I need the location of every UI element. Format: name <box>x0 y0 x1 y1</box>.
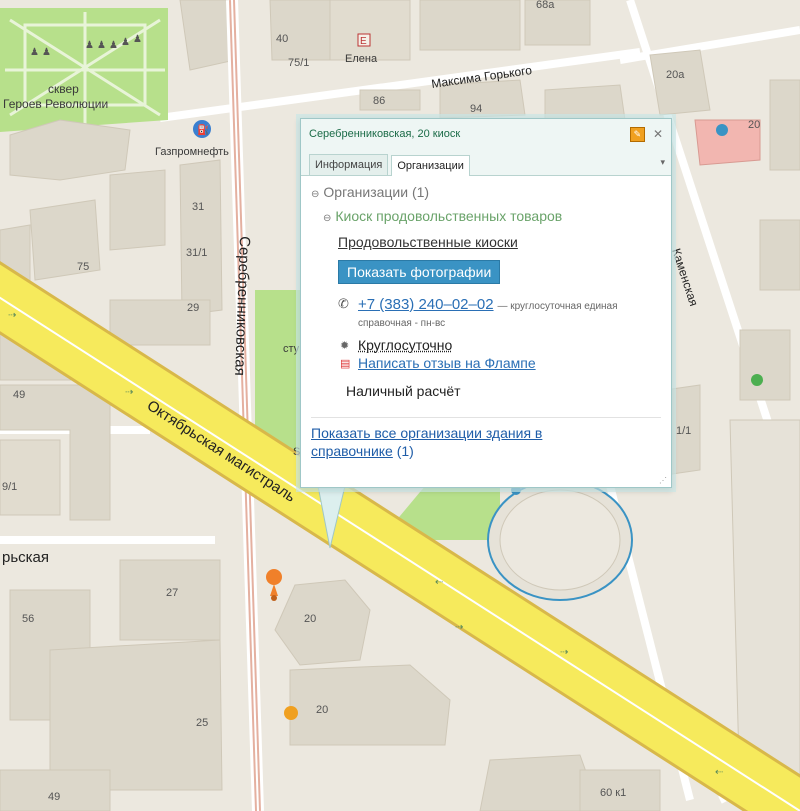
house-number: 75/1 <box>288 57 309 69</box>
service-icon <box>751 374 763 386</box>
hours-row: ✹ Круглосуточно <box>338 337 661 353</box>
elena-label: Елена <box>345 53 378 65</box>
house-number: 75 <box>77 261 89 273</box>
show-all-line1[interactable]: Показать все организации здания в <box>311 425 542 441</box>
clock-icon: ✹ <box>340 340 350 352</box>
house-number: 1/1 <box>676 425 691 437</box>
house-number: 29 <box>187 302 199 314</box>
stu-label: сту <box>283 343 300 355</box>
org-rubric-link[interactable]: Продовольственные киоски <box>338 234 661 250</box>
parking-icon <box>716 124 728 136</box>
tab-organizations[interactable]: Организации <box>391 155 470 176</box>
phone-icon: ✆ <box>338 296 349 311</box>
svg-text:⇢: ⇢ <box>125 387 133 398</box>
gas-station-glyph: ⛽ <box>197 123 209 136</box>
collapse-toggle-icon[interactable]: ⊖ <box>323 213 331 224</box>
park-label-line1: сквер <box>48 82 79 96</box>
svg-text:⇢: ⇢ <box>8 310 16 321</box>
house-number: 49 <box>48 791 60 803</box>
house-number: 25 <box>196 717 208 729</box>
house-number: 60 к1 <box>600 787 626 799</box>
divider <box>311 417 661 418</box>
popup-body: ⊖ Организации (1) ⊖ Киоск продовольственны… <box>301 176 671 460</box>
pin-icon[interactable]: ✎ <box>629 126 645 142</box>
show-photos-button[interactable]: Показать фотографии <box>338 260 501 284</box>
show-all-count: (1) <box>396 443 414 459</box>
svg-text:♟: ♟ <box>97 40 106 51</box>
park-label-line2: Героев Революции <box>3 97 108 111</box>
svg-text:♟: ♟ <box>85 40 94 51</box>
street-label-rskaya: рьская <box>2 549 49 566</box>
svg-text:♟: ♟ <box>121 37 130 48</box>
house-number: 20 <box>748 119 760 131</box>
org-name: Киоск продовольственных товаров <box>335 208 563 224</box>
popup-tabs: Информация Организации ▾ <box>301 149 671 176</box>
review-row: ▤ Написать отзыв на Флампе <box>338 355 661 371</box>
tab-information[interactable]: Информация <box>309 154 389 175</box>
svg-text:⇢: ⇢ <box>560 647 568 658</box>
house-number: 49 <box>13 389 25 401</box>
house-number: 86 <box>373 95 385 107</box>
house-number: 20а <box>666 69 685 81</box>
flamp-icon: ▤ <box>340 358 351 370</box>
svg-text:⇠: ⇠ <box>715 767 723 778</box>
svg-text:⇢: ⇢ <box>455 622 463 633</box>
house-number: 31/1 <box>186 247 207 259</box>
house-number: 9/1 <box>2 481 17 493</box>
svg-text:♟: ♟ <box>42 47 51 58</box>
popup-title: Серебренниковская, 20 киоск <box>309 128 461 140</box>
organization-popup: Серебренниковская, 20 киоск ✎ ✕ Информац… <box>300 118 672 488</box>
house-number: 94 <box>470 103 482 115</box>
house-number: 56 <box>22 613 34 625</box>
show-all-orgs-link[interactable]: Показать все организации здания в справо… <box>311 424 661 460</box>
close-icon[interactable]: ✕ <box>653 127 663 141</box>
svg-text:♟: ♟ <box>133 34 142 45</box>
phone-row: ✆ +7 (383) 240–02–02 — круглосуточная ед… <box>338 296 661 329</box>
gazprom-label: Газпромнефть <box>155 146 229 158</box>
org-group-label: Организации <box>323 184 409 200</box>
popup-header: Серебренниковская, 20 киоск ✎ ✕ <box>301 119 671 149</box>
payment-text: Наличный расчёт <box>346 383 461 399</box>
phone-link[interactable]: +7 (383) 240–02–02 <box>358 296 494 313</box>
svg-text:⇠: ⇠ <box>435 577 443 588</box>
house-number: 31 <box>192 201 204 213</box>
dropdown-menu-icon[interactable]: ▾ <box>660 157 665 168</box>
hours-text: Круглосуточно <box>358 337 453 353</box>
house-number: 27 <box>166 587 178 599</box>
resize-grip-icon[interactable]: ⋰ <box>659 476 667 485</box>
house-number: 20 <box>304 613 316 625</box>
house-number: 68а <box>536 0 555 11</box>
review-link[interactable]: Написать отзыв на Флампе <box>358 355 536 371</box>
org-group-count: (1) <box>411 184 430 200</box>
svg-text:♟: ♟ <box>109 40 118 51</box>
svg-text:♟: ♟ <box>30 47 39 58</box>
park-heroes-revolution <box>0 8 168 132</box>
show-all-line2[interactable]: справочнике <box>311 443 393 459</box>
house-number: 40 <box>276 33 288 45</box>
collapse-toggle-icon[interactable]: ⊖ <box>311 189 319 200</box>
cafe-icon <box>284 706 298 720</box>
house-number: 20 <box>316 704 328 716</box>
org-group-header[interactable]: ⊖ Организации (1) <box>311 184 661 200</box>
org-header[interactable]: ⊖ Киоск продовольственных товаров <box>323 208 661 224</box>
svg-text:E: E <box>360 36 367 47</box>
